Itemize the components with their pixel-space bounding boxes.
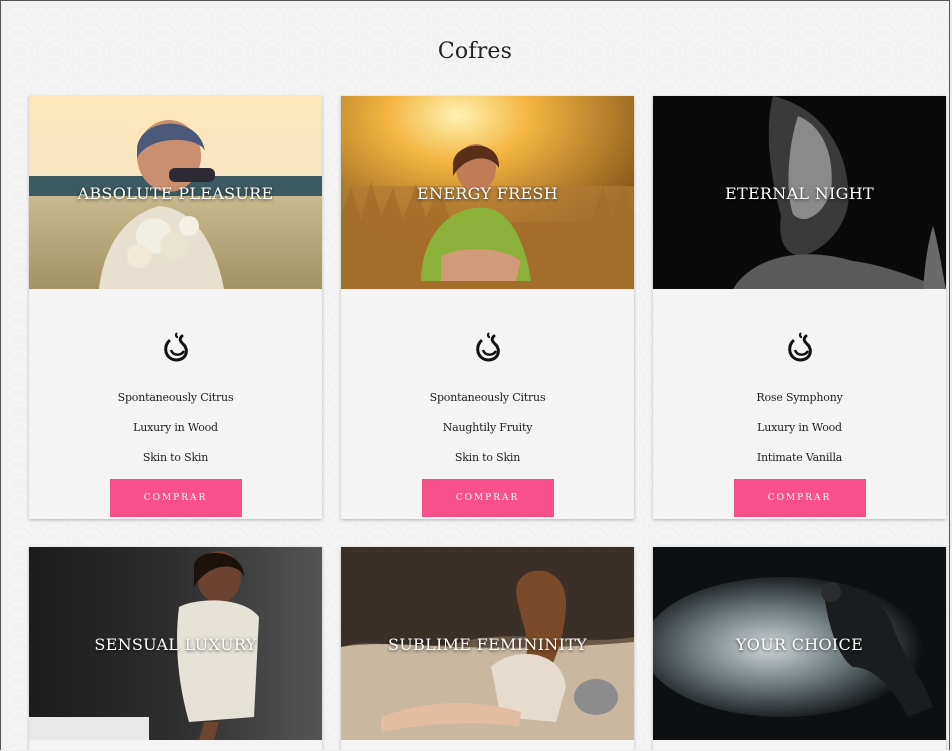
product-image[interactable]: ENERGY FRESH	[341, 96, 634, 289]
page: Cofres ABSOLUTE PLEASURE Spontaneously C…	[0, 0, 950, 750]
list-item: Skin to Skin	[142, 451, 209, 464]
buy-button[interactable]: COMPRAR	[733, 479, 866, 517]
product-card-your-choice: YOUR CHOICE	[653, 547, 946, 750]
product-card-eternal-night: ETERNAL NIGHT Rose Symphony Luxury in Wo…	[653, 96, 946, 519]
product-card-energy-fresh: ENERGY FRESH Spontaneously Citrus Naught…	[341, 96, 634, 519]
product-image[interactable]: SUBLIME FEMININITY	[341, 547, 634, 740]
product-title: ETERNAL NIGHT	[725, 184, 874, 203]
list-item: Spontaneously Citrus	[429, 391, 546, 404]
perfume-list: Spontaneously Citrus Naughtily Fruity Sk…	[341, 383, 634, 473]
list-item: Luxury in Wood	[133, 421, 218, 434]
product-card-absolute-pleasure: ABSOLUTE PLEASURE Spontaneously Citrus L…	[29, 96, 322, 519]
product-title: SENSUAL LUXURY	[94, 635, 257, 654]
product-image[interactable]: SENSUAL LUXURY	[29, 547, 322, 740]
buy-button[interactable]: COMPRAR	[421, 479, 554, 517]
list-item: Skin to Skin	[454, 451, 521, 464]
page-title: Cofres	[437, 39, 513, 64]
perfume-list: Spontaneously Citrus Luxury in Wood Skin…	[29, 383, 322, 473]
product-title: ABSOLUTE PLEASURE	[77, 184, 274, 203]
list-item: Luxury in Wood	[757, 421, 842, 434]
list-item: Naughtily Fruity	[442, 421, 533, 434]
perfume-drop-swirl-icon	[475, 332, 500, 362]
perfume-drop-swirl-icon	[163, 332, 188, 362]
product-image[interactable]: ETERNAL NIGHT	[653, 96, 946, 289]
perfume-list: Rose Symphony Luxury in Wood Intimate Va…	[653, 383, 946, 473]
perfume-drop-swirl-icon	[787, 332, 812, 362]
product-card-sensual-luxury: SENSUAL LUXURY	[29, 547, 322, 750]
list-item: Rose Symphony	[756, 391, 843, 404]
product-title: SUBLIME FEMININITY	[387, 635, 588, 654]
product-image[interactable]: YOUR CHOICE	[653, 547, 946, 740]
product-title: ENERGY FRESH	[417, 184, 558, 203]
product-title: YOUR CHOICE	[735, 635, 864, 654]
buy-button[interactable]: COMPRAR	[109, 479, 242, 517]
product-image[interactable]: ABSOLUTE PLEASURE	[29, 96, 322, 289]
product-card-sublime-femininity: SUBLIME FEMININITY	[341, 547, 634, 750]
list-item: Spontaneously Citrus	[117, 391, 234, 404]
list-item: Intimate Vanilla	[756, 451, 843, 464]
